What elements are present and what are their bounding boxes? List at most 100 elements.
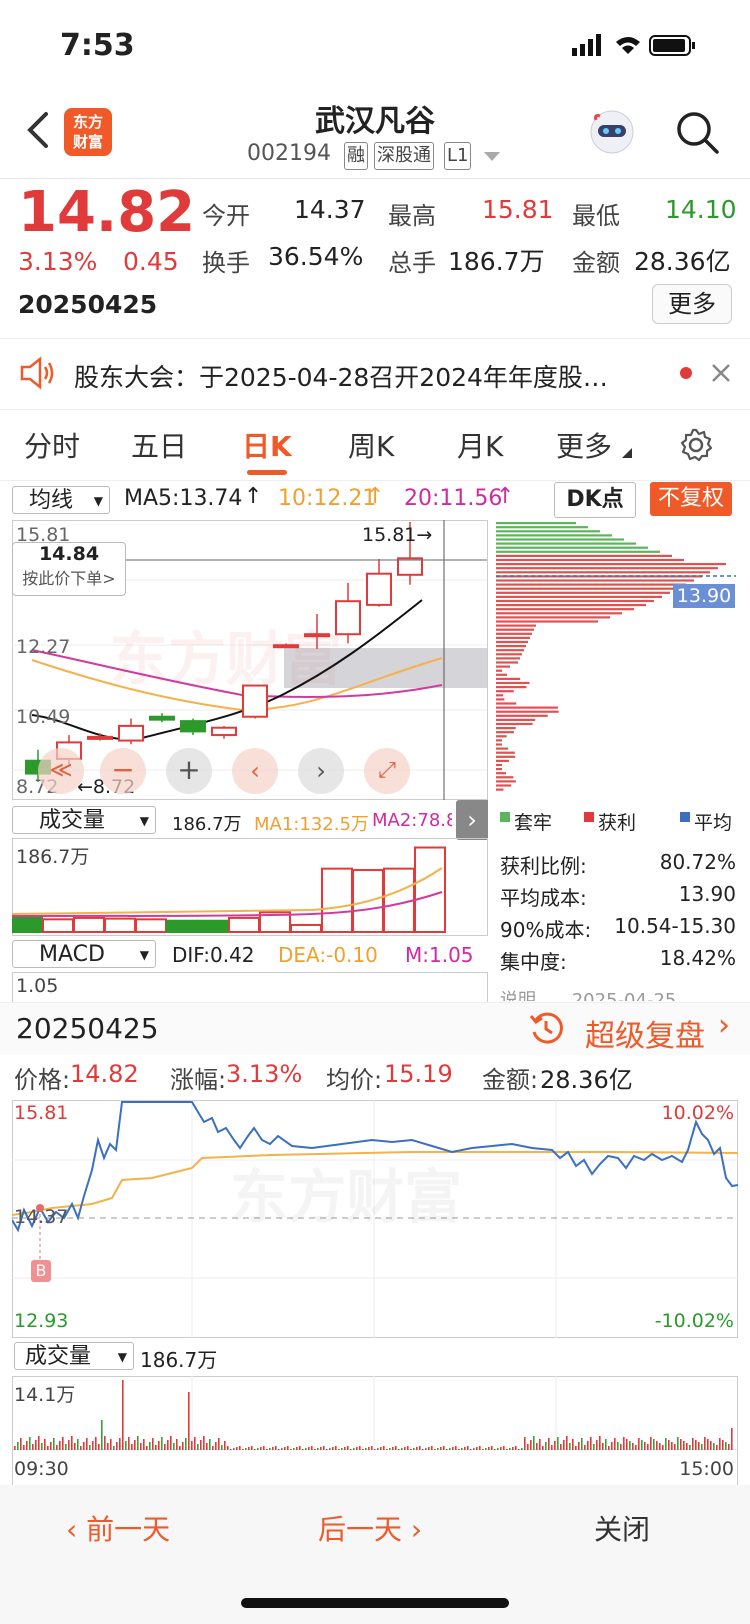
tab-daily-k[interactable]: 日K — [242, 425, 292, 465]
buy-marker[interactable]: B — [31, 1260, 51, 1282]
intraday-volume-bar — [515, 1446, 517, 1450]
search-icon[interactable] — [675, 110, 721, 156]
more-tab-caret-icon — [622, 448, 632, 458]
prev-day-button[interactable]: ‹ 前一天 — [66, 1508, 170, 1548]
history-icon[interactable] — [528, 1010, 564, 1046]
intraday-volume-bar — [698, 1442, 700, 1450]
intraday-volume-bar — [551, 1445, 553, 1450]
robot-assistant-icon[interactable] — [588, 108, 636, 156]
chip-bar — [496, 743, 502, 746]
clock: 7:53 — [60, 28, 135, 63]
tab-intraday[interactable]: 分时 — [24, 425, 80, 465]
status-icons — [572, 34, 695, 56]
kline-watermark: 东方财富 — [110, 625, 343, 693]
next-day-button[interactable]: 后一天 › — [318, 1508, 422, 1548]
macd-dif: DIF:0.42 — [172, 943, 255, 967]
intraday-volume-bar — [461, 1448, 463, 1450]
tag-margin: 融 — [344, 142, 368, 170]
chevron-right-icon[interactable]: › — [718, 1008, 730, 1043]
chip-note-label: 说明 — [500, 990, 536, 1001]
intraday-volume-bar — [176, 1439, 178, 1450]
order-at-price-box[interactable]: 14.84 按此价下单> — [12, 542, 126, 596]
intraday-volume-bar — [92, 1441, 94, 1450]
volume-ma1: MA1:132.5万 — [254, 814, 369, 835]
chip-bar — [496, 657, 520, 660]
intraday-volume-bar — [203, 1436, 205, 1450]
low-value: 14.10 — [665, 195, 737, 224]
profit-ratio: 80.72% — [659, 850, 736, 874]
amount-value: 28.36亿 — [634, 247, 731, 276]
intraday-volume-bar — [254, 1449, 256, 1450]
intraday-volume-bar — [224, 1441, 226, 1450]
scroll-left-end-icon[interactable]: ≪ — [38, 748, 84, 794]
tab-weekly-k[interactable]: 周K — [348, 425, 394, 465]
chip-bar — [496, 612, 622, 615]
intraday-volume-bar — [470, 1449, 472, 1450]
intraday-volume-bar — [512, 1447, 514, 1450]
dk-point-button[interactable]: DK点 — [554, 482, 636, 518]
intraday-volume-select[interactable]: 成交量 ▼ — [14, 1342, 134, 1370]
intraday-volume-bar — [626, 1439, 628, 1450]
intraday-volume-bar — [83, 1442, 85, 1450]
intraday-volume-bar — [182, 1442, 184, 1450]
intraday-pct-bottom: -10.02% — [654, 1310, 734, 1332]
intraday-y-bottom: 12.93 — [14, 1310, 69, 1332]
intraday-volume-bar — [194, 1437, 196, 1450]
intraday-y-mid: 14.37 — [14, 1206, 69, 1228]
tab-more[interactable]: 更多 — [556, 425, 612, 465]
intraday-volume-bar — [335, 1446, 337, 1450]
turnover-label: 换手 — [202, 249, 250, 277]
intraday-volume-bar — [14, 1446, 16, 1450]
super-replay-link[interactable]: 超级复盘 — [585, 1011, 705, 1055]
intraday-volume-bar — [728, 1444, 730, 1450]
intraday-volume-chart[interactable] — [12, 1376, 738, 1450]
intraday-volume-bar — [731, 1428, 733, 1450]
intraday-volume-bar — [179, 1446, 181, 1450]
fullscreen-icon[interactable]: ⤢ — [364, 748, 410, 794]
intraday-volume-bar — [209, 1439, 211, 1450]
notice-text[interactable]: 股东大会：于2025-04-28召开2024年年度股… — [74, 358, 654, 394]
zoom-in-icon[interactable]: + — [166, 748, 212, 794]
intraday-volume-bar — [101, 1420, 103, 1450]
tab-five-day[interactable]: 五日 — [131, 425, 187, 465]
intraday-volume-bar — [368, 1447, 370, 1450]
intraday-volume-bar — [404, 1447, 406, 1450]
volume-bar — [228, 916, 260, 933]
zoom-out-icon[interactable]: − — [100, 748, 146, 794]
indicator-select[interactable]: 均线 ▼ — [12, 486, 110, 514]
volume-bar — [197, 919, 229, 933]
chip-bar — [496, 665, 511, 668]
close-button[interactable]: 关闭 — [594, 1508, 650, 1548]
candle-body — [118, 724, 144, 742]
chip-distribution-chart[interactable] — [496, 520, 736, 798]
chip-bar — [496, 768, 502, 771]
intraday-volume-bar — [560, 1444, 562, 1450]
chip-bar — [496, 587, 678, 590]
close-icon[interactable] — [710, 362, 732, 384]
more-button[interactable]: 更多 — [652, 284, 732, 324]
chip-bar — [496, 784, 512, 787]
chevron-left-icon[interactable]: ‹ — [232, 748, 278, 794]
chip-bar — [496, 632, 532, 635]
adjust-button[interactable]: 不复权 — [650, 482, 732, 516]
settings-gear-icon[interactable] — [678, 427, 714, 463]
stock-code: 002194 — [247, 141, 331, 166]
intraday-volume-bar — [455, 1446, 457, 1450]
expand-panel-icon[interactable]: › — [456, 800, 488, 840]
unread-dot — [680, 367, 692, 379]
macd-select[interactable]: MACD ▼ — [12, 940, 156, 968]
chip-bar — [496, 636, 530, 639]
intraday-volume-bar — [278, 1449, 280, 1450]
chip-bar — [496, 649, 524, 652]
intraday-volume-bar — [302, 1449, 304, 1450]
intraday-volume-bar — [299, 1446, 301, 1450]
dropdown-icon[interactable] — [484, 152, 500, 162]
legend-trapped: 套牢 — [514, 812, 553, 834]
macd-chart-frame[interactable] — [12, 972, 488, 1003]
tab-monthly-k[interactable]: 月K — [457, 425, 503, 465]
chevron-right-icon[interactable]: › — [298, 748, 344, 794]
intraday-volume-bar — [401, 1448, 403, 1450]
volume-select[interactable]: 成交量 ▼ — [12, 806, 156, 834]
intraday-volume-bar — [215, 1442, 217, 1450]
intraday-volume-bar — [356, 1447, 358, 1450]
